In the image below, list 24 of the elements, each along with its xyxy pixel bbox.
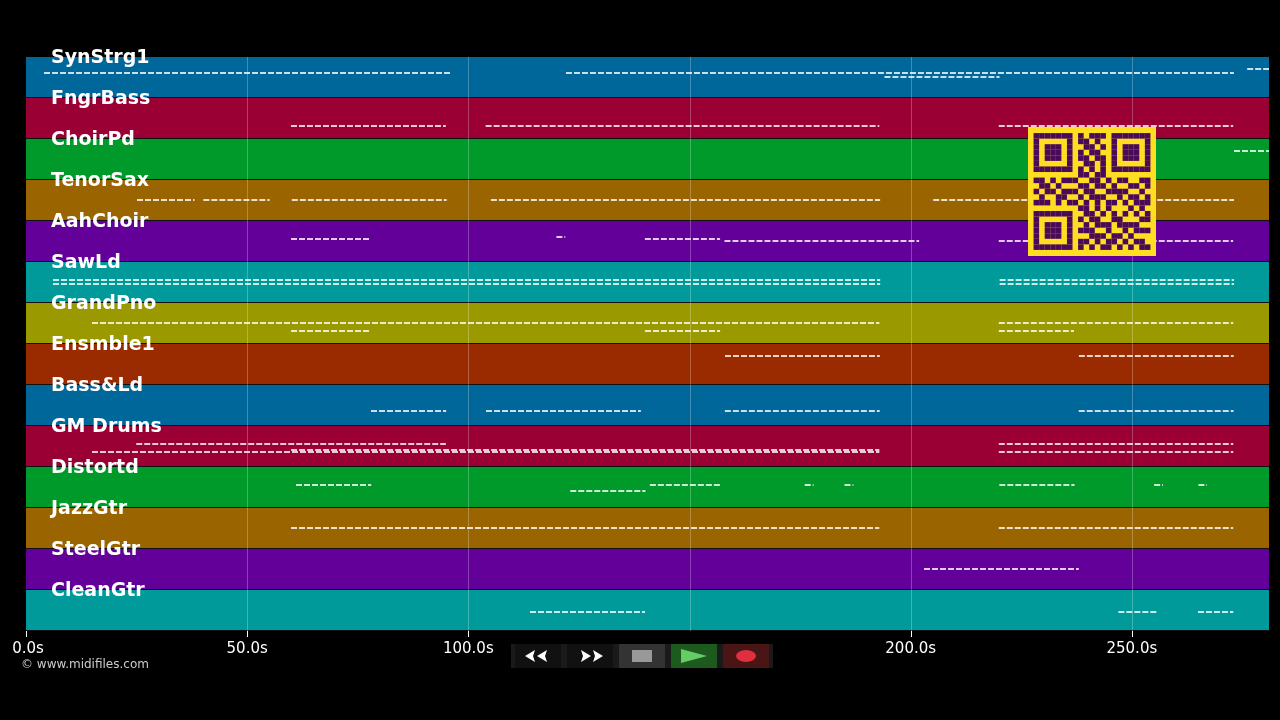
stop-icon	[632, 650, 652, 662]
track-name: GM Drums	[51, 414, 162, 436]
track-name: JazzGtr	[51, 496, 128, 518]
rewind-button[interactable]	[515, 644, 561, 668]
track-name: SynStrg1	[51, 45, 150, 67]
track-name: SteelGtr	[51, 537, 141, 559]
time-label: 100.0s	[442, 639, 494, 657]
credit-text: © www.midifiles.com	[21, 657, 149, 671]
track-name: AahChoir	[51, 209, 149, 231]
time-label: 50.0s	[226, 639, 268, 657]
time-label: 200.0s	[885, 639, 937, 657]
stop-button[interactable]	[619, 644, 665, 668]
qr-code-icon	[1028, 127, 1156, 256]
record-icon	[736, 650, 756, 662]
time-label: 0.0s	[12, 639, 44, 657]
time-label: 250.0s	[1106, 639, 1158, 657]
track-name: TenorSax	[51, 168, 150, 190]
fast-forward-button[interactable]	[567, 644, 613, 668]
record-button[interactable]	[723, 644, 769, 668]
play-icon	[681, 649, 707, 663]
track-name: GrandPno	[51, 291, 157, 313]
play-button[interactable]	[671, 644, 717, 668]
track-name: Ensmble1	[51, 332, 155, 354]
track-name: FngrBass	[51, 86, 151, 108]
